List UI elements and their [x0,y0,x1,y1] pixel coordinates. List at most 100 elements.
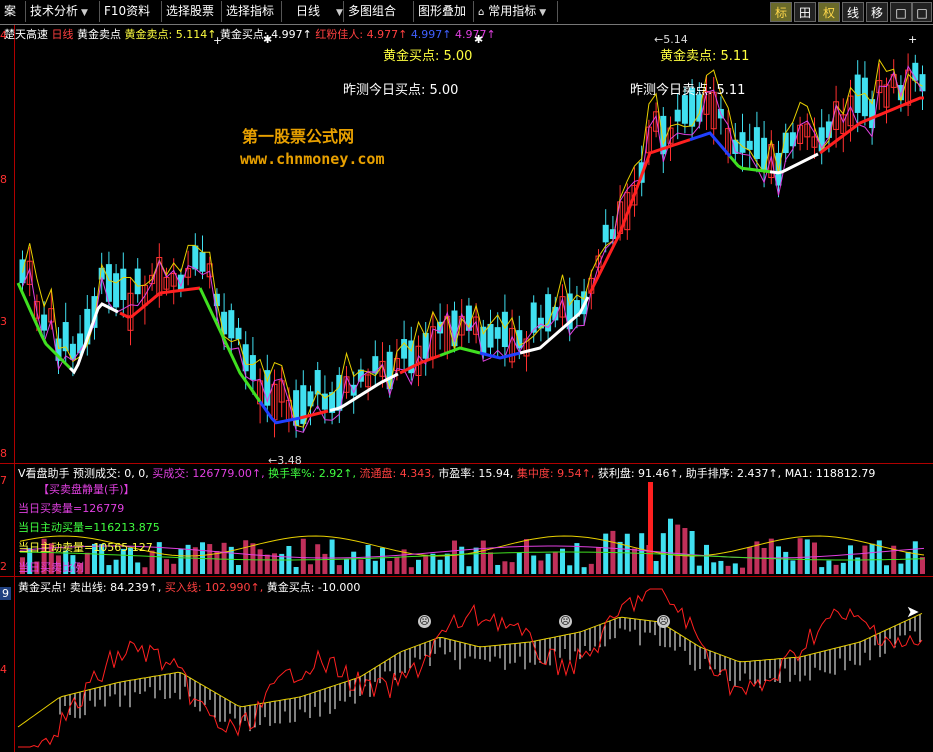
volume-bar [221,542,227,574]
toolbar-item-period[interactable]: 日线 ▼ [282,1,344,22]
candle-body [221,311,228,335]
mark-button[interactable]: 标 [770,2,792,22]
toolbar-item-label: 选择股票 [166,4,215,18]
volume-bar [358,559,364,574]
volume-bar [617,541,623,574]
volume-bar [545,553,551,574]
volume-bar [624,533,630,574]
candle-body [487,323,494,348]
volume-bar [632,548,637,574]
volume-bar [495,564,501,574]
volume-bar [192,547,198,574]
volume-bar [898,563,904,574]
volume-bar [106,565,112,574]
volume-bar [596,547,601,574]
dropdown-arrow-icon: ▼ [81,8,88,18]
volume-bar [588,563,594,574]
buy-point-label: 黄金买点: [219,28,268,41]
stock-name: 楚天高速 [4,28,48,41]
watermark-title: 第一股票公式网 [242,127,355,146]
candle-body [199,252,206,272]
volume-bar [430,553,436,574]
volume-bar [84,552,90,574]
volume-bar [675,524,681,574]
indicator-line-red [18,588,923,748]
toolbar-item-technical-analysis[interactable]: 技术分析 ▼ [26,1,100,22]
volume-active-sell-line: 当日主动卖量=10565.127 [18,541,153,554]
candle-body [350,384,357,396]
trend-line-segment [479,351,521,360]
volume-bar [293,566,299,574]
volume-static-title: 【买卖盘静量(手)】 [38,483,135,496]
indicator-item: 卖出线: 84.239↑, [69,581,162,594]
volume-item: 换手率%: 2.92↑, [268,467,357,480]
volume-active-buy-line: 当日主动买量=116213.875 [18,521,160,534]
volume-bar [538,560,544,574]
sad-face-icon: ☹ [418,615,431,628]
volume-item: 预测成交: 0, 0, [73,467,149,480]
candle-body [494,327,501,339]
volume-bar [783,551,789,574]
toolbar-item-f10[interactable]: F10资料 [100,1,162,22]
toolbar-item-overlay[interactable]: 图形叠加 [414,1,474,22]
candle-body [120,268,127,301]
volume-header: V看盘助手 预测成交: 0, 0, 买成交: 126779.00↑, 换手率%:… [18,465,875,481]
trend-line-segment [119,286,201,319]
trend-line-segment [198,287,262,403]
candle-body [775,152,782,186]
buy-signal-star-icon: ✱ [263,33,273,46]
toolbar-item-common-indicators[interactable]: ⌂ 常用指标 ▼ [474,1,558,22]
volume-bar [113,559,119,574]
volume-bar [365,544,371,574]
candle-body [753,127,760,159]
volume-bar [135,562,141,574]
toolbar-item-select-indicator[interactable]: 选择指标 [222,1,282,22]
indicator-item: 黄金买点: -10.000 [266,581,361,594]
volume-bar [718,560,724,574]
toolbar-item-label: 案 [4,4,17,18]
volume-bar [603,533,609,574]
grid-button[interactable]: 田 [794,2,816,22]
volume-bar [264,554,270,574]
toolbar-item-multi-chart[interactable]: 多图组合 [344,1,414,22]
candle-body [501,311,508,348]
volume-bar [711,562,717,574]
maximize-window-icon[interactable]: □ [912,2,932,22]
volume-bar [488,552,493,574]
volume-bar [581,567,587,574]
restore-window-icon[interactable]: □ [890,2,912,22]
indicator-header: 黄金买点! 卖出线: 84.239↑, 买入线: 102.990↑, 黄金买点:… [18,579,360,595]
toolbar-item-case[interactable]: 案 [0,1,26,22]
volume-ma-yellow [19,535,925,557]
candle-body [861,77,868,117]
rights-button[interactable]: 权 [818,2,840,22]
kline-chart [16,53,926,438]
volume-bar [257,549,263,574]
candle-body [739,132,746,153]
candle-body [602,224,609,243]
volume-bar [452,540,457,574]
indicator-item: 买入线: 102.990↑, [164,581,264,594]
volume-bar [214,551,220,574]
line-button[interactable]: 线 [842,2,864,22]
sad-face-icon: ☹ [657,615,670,628]
sell-point-value: 5.114↑ [175,28,217,41]
move-button[interactable]: 移 [866,2,888,22]
volume-bar [920,557,925,574]
main-header: 楚天高速 日线 黄金卖点 黄金卖点: 5.114↑ 黄金买点: 4.997↑ 红… [4,26,496,42]
lock-icon: ⌂ [478,7,485,18]
toolbar-item-label: 选择指标 [226,4,275,18]
volume-bar [869,543,875,574]
candle-body [192,245,199,270]
volume-item: 助手排序: 2.437↑, [685,467,782,480]
volume-bar [689,531,695,574]
volume-bar [552,552,558,574]
ma-line-yellow [22,58,923,428]
volume-bar [812,542,817,574]
trend-line-segment [689,131,732,158]
pink-label: 红粉佳人: [315,28,364,41]
volume-bar [704,544,709,574]
volume-bar [250,543,256,574]
toolbar-item-select-stock[interactable]: 选择股票 [162,1,222,22]
volume-bar [329,539,335,574]
